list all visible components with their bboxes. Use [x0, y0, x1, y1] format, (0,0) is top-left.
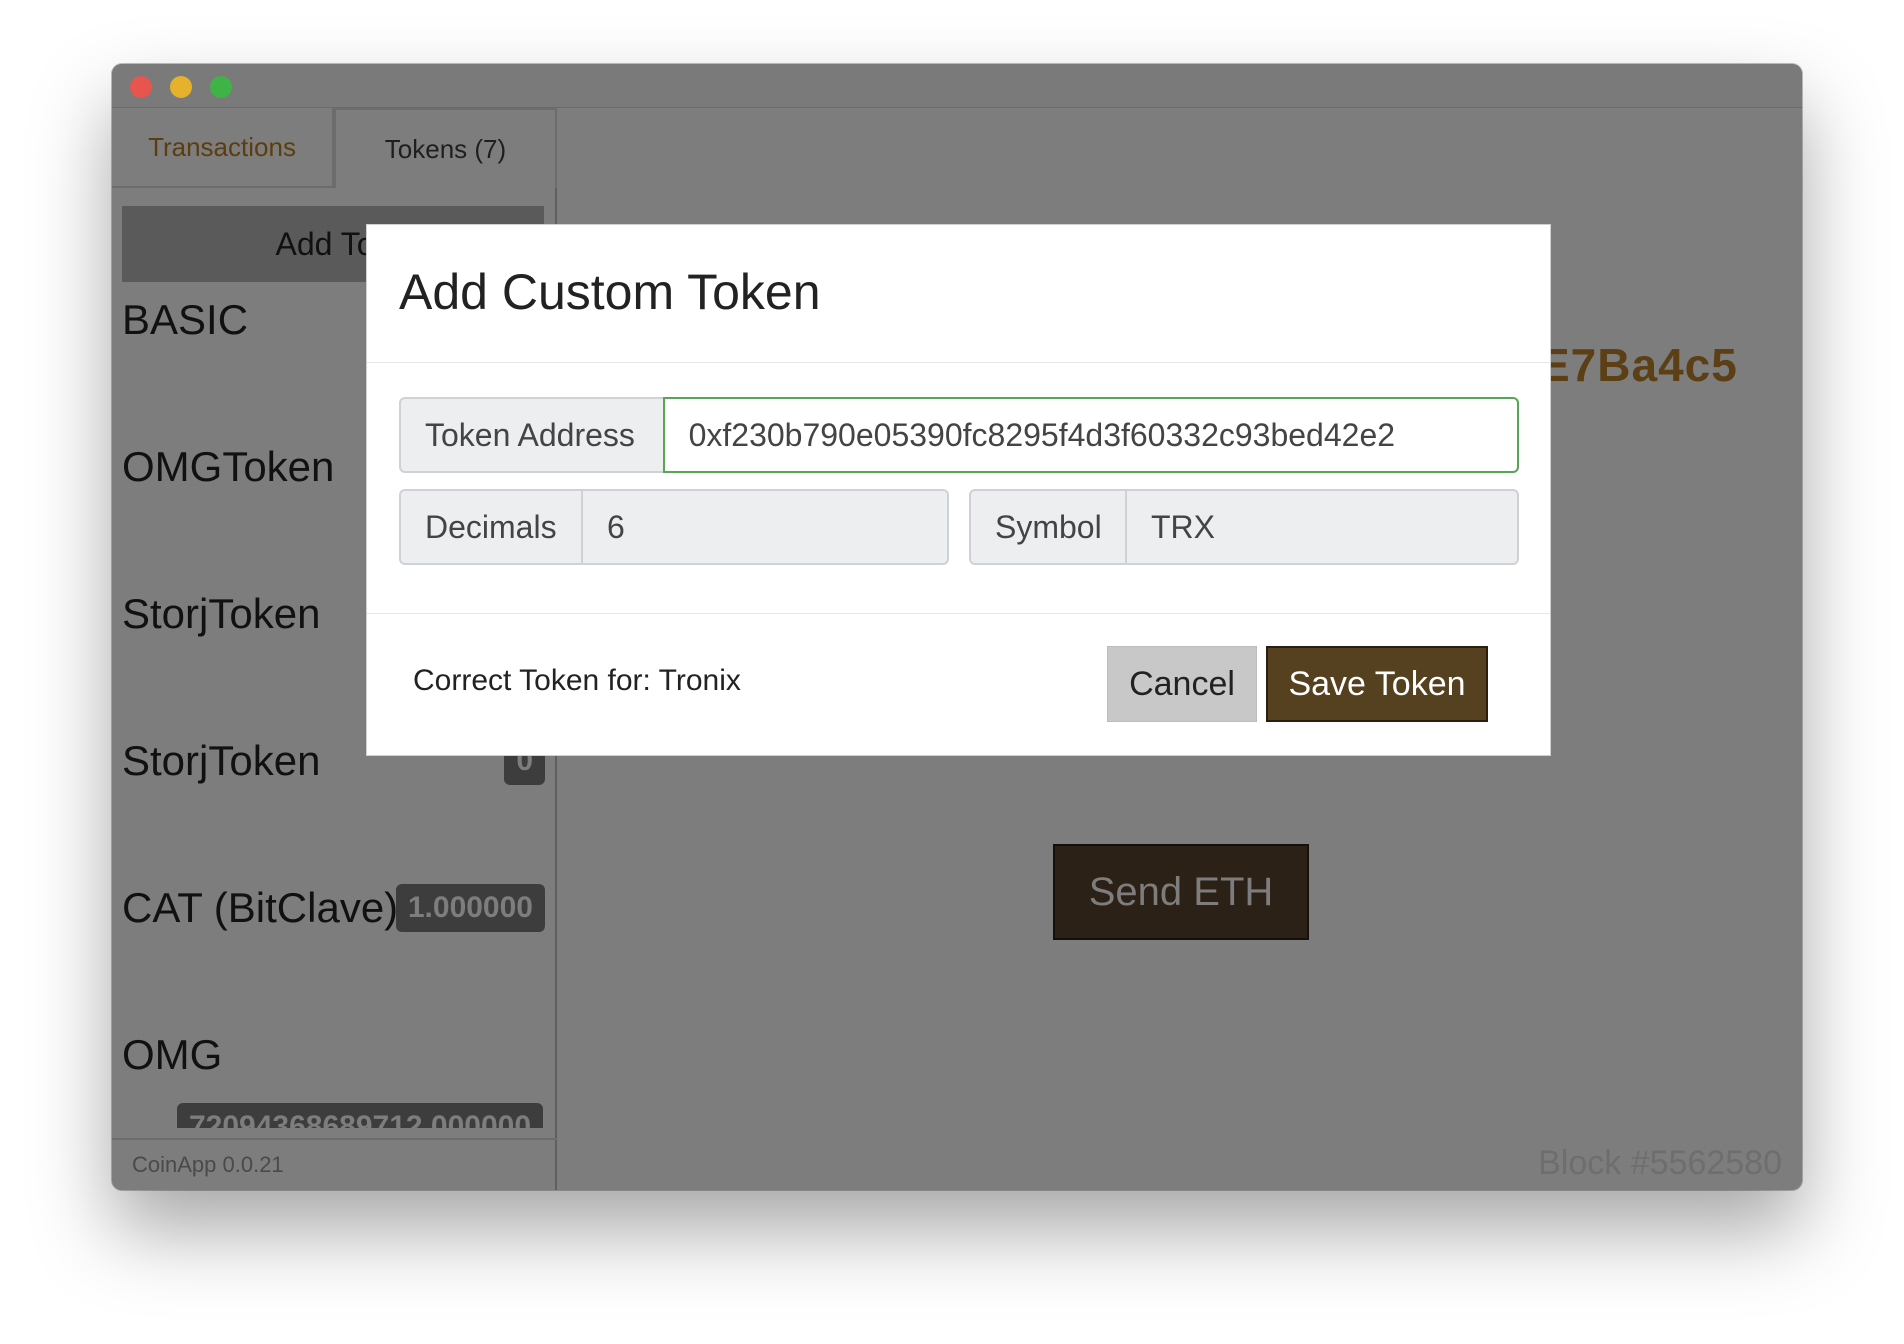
token-name: StorjToken	[122, 590, 321, 637]
tab-tokens[interactable]: Tokens (7)	[334, 108, 557, 188]
title-bar	[112, 64, 1802, 108]
modal-header: Add Custom Token	[367, 225, 1550, 363]
modal-body: Token Address 0xf230b790e05390fc8295f4d3…	[367, 363, 1550, 613]
token-item-cat[interactable]: CAT (BitClave) 1.000000	[112, 870, 557, 1017]
sidebar-tabs: Transactions Tokens (7)	[112, 108, 557, 188]
cancel-button[interactable]: Cancel	[1107, 646, 1257, 722]
decimals-label: Decimals	[399, 489, 583, 565]
modal-footer: Correct Token for: Tronix Cancel Save To…	[367, 613, 1550, 757]
decimals-group: Decimals 6	[399, 489, 949, 565]
token-name: CAT (BitClave)	[122, 884, 399, 931]
tab-transactions[interactable]: Transactions	[112, 108, 334, 188]
maximize-window-icon[interactable]	[210, 76, 232, 98]
symbol-field: TRX	[1127, 489, 1519, 565]
minimize-window-icon[interactable]	[170, 76, 192, 98]
token-item-omg[interactable]: OMG 72094368689712.000000	[112, 1017, 557, 1128]
token-name: BASIC	[122, 296, 249, 343]
token-balance-badge: 72094368689712.000000	[177, 1103, 544, 1128]
add-custom-token-modal: Add Custom Token Token Address 0xf230b79…	[366, 224, 1551, 756]
wallet-address: E7Ba4c5	[1539, 339, 1738, 391]
token-balance-badge: 1.000000	[395, 884, 545, 932]
save-token-button[interactable]: Save Token	[1266, 646, 1488, 722]
symbol-label: Symbol	[969, 489, 1127, 565]
send-eth-button[interactable]: Send ETH	[1053, 844, 1309, 940]
block-number: Block #5562580	[1538, 1144, 1782, 1182]
symbol-group: Symbol TRX	[969, 489, 1519, 565]
token-address-label: Token Address	[399, 397, 663, 473]
token-status-text: Correct Token for: Tronix	[413, 664, 741, 697]
token-name: OMGToken	[122, 443, 335, 490]
decimals-field: 6	[583, 489, 949, 565]
app-version: CoinApp 0.0.21	[112, 1138, 557, 1190]
token-address-input[interactable]: 0xf230b790e05390fc8295f4d3f60332c93bed42…	[662, 397, 1519, 473]
token-name: OMG	[122, 1031, 223, 1078]
token-name: StorjToken	[122, 737, 321, 784]
modal-title: Add Custom Token	[399, 264, 821, 320]
close-window-icon[interactable]	[130, 76, 152, 98]
token-address-group: Token Address 0xf230b790e05390fc8295f4d3…	[399, 397, 1519, 473]
